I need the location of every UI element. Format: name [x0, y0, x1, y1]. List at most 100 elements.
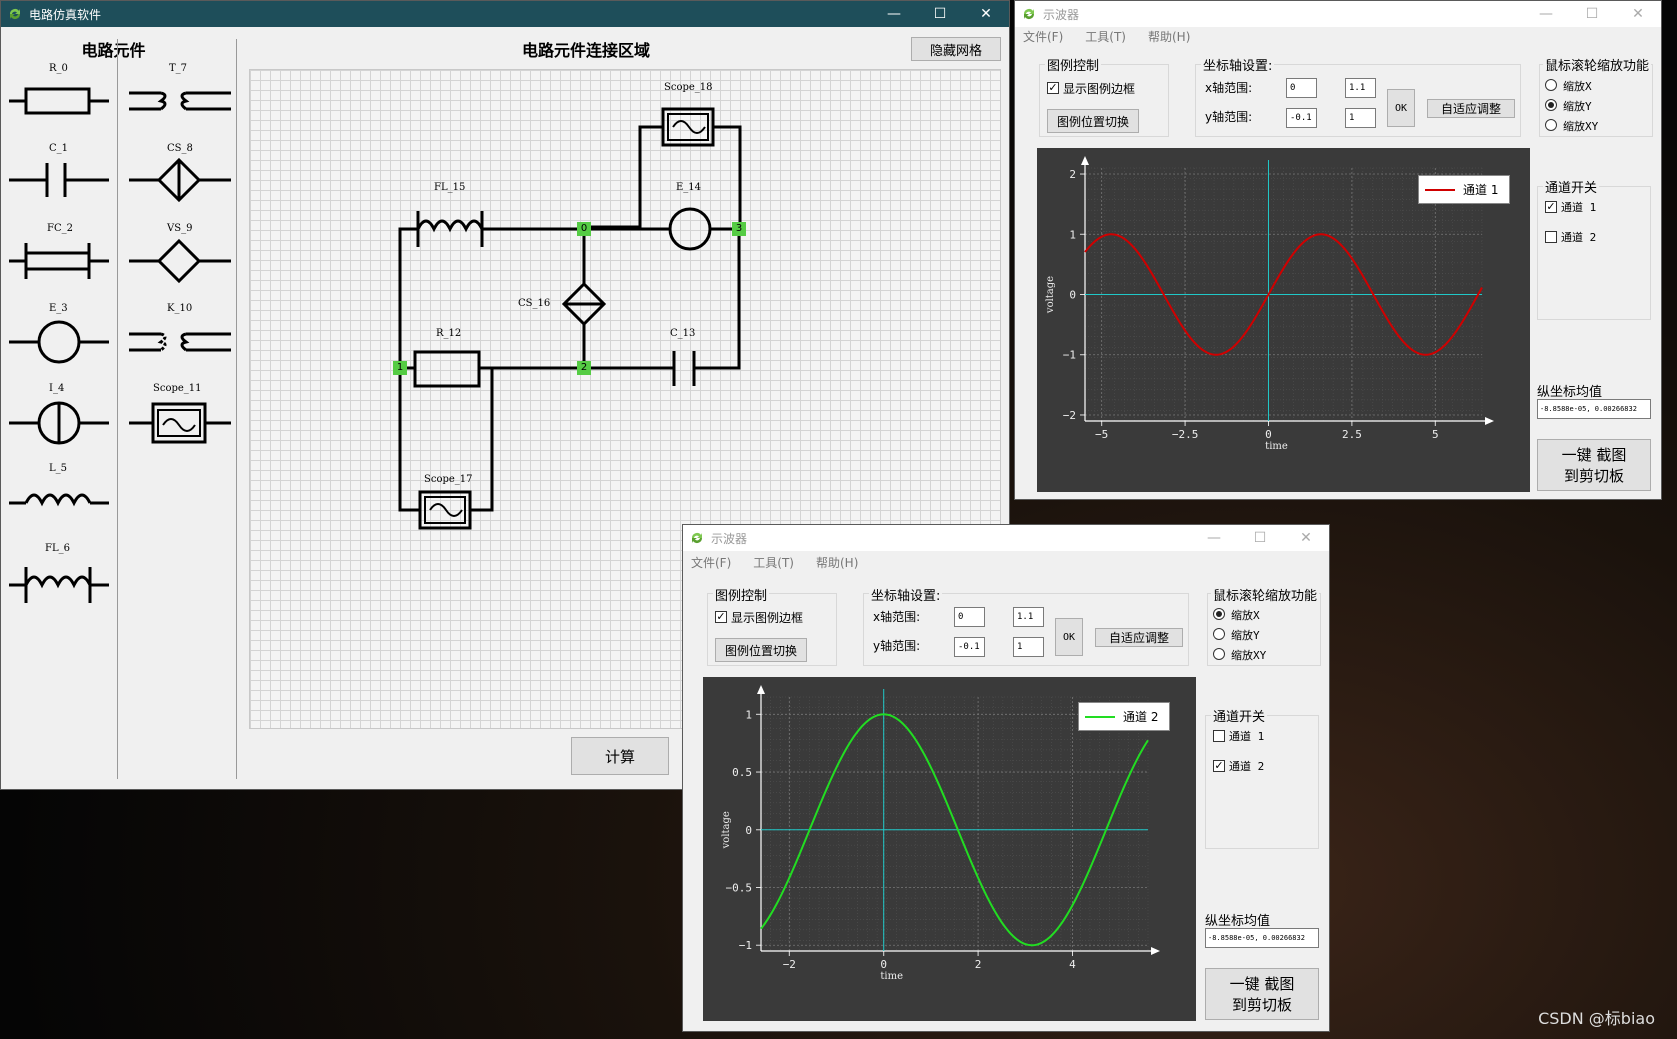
main-titlebar[interactable]: 电路仿真软件 — ☐ ✕: [1, 1, 1009, 27]
palette-current-source[interactable]: [9, 401, 109, 445]
screenshot-button[interactable]: 一键 截图 到剪切板: [1537, 439, 1651, 491]
palette-scope[interactable]: [129, 402, 231, 444]
channel-2-label: 通道 2: [1229, 760, 1265, 773]
calculate-button[interactable]: 计算: [571, 737, 669, 775]
palette-label: E_3: [49, 303, 68, 314]
mean-value-field[interactable]: -8.8588e-05, 0.00266832: [1537, 399, 1651, 419]
auto-adjust-button[interactable]: 自适应调整: [1427, 99, 1515, 118]
close-button[interactable]: ✕: [1283, 525, 1329, 551]
circuit-cs-16[interactable]: [561, 281, 607, 327]
component-palette[interactable]: [1, 63, 236, 663]
y-min-input[interactable]: -0.1: [954, 637, 985, 657]
legend-position-button[interactable]: 图例位置切换: [1047, 109, 1139, 133]
scope1-plot[interactable]: −5 −2.5 0 2.5 5 2 1 0 −1 −2 time voltage 通道 1: [1037, 148, 1530, 492]
app-icon: [692, 533, 702, 543]
x-max-input[interactable]: 1.1: [1013, 607, 1044, 627]
scope2-plot[interactable]: −2 0 2 4 1 0.5 0 −0.5 −1 time voltage 通道 2: [703, 677, 1196, 1021]
palette-transformer[interactable]: [129, 91, 231, 111]
channel-2-checkbox[interactable]: ✓: [1213, 760, 1225, 772]
menu-help[interactable]: 帮助(H): [1148, 28, 1190, 45]
circuit-label: C_13: [670, 328, 696, 339]
maximize-button[interactable]: ☐: [1569, 1, 1615, 27]
y-min-input[interactable]: -0.1: [1286, 108, 1317, 128]
minimize-button[interactable]: —: [871, 1, 917, 27]
axis-ok-button[interactable]: OK: [1387, 89, 1415, 127]
axis-group-title: 坐标轴设置:: [869, 585, 943, 604]
x-range-label: x轴范围:: [873, 610, 921, 624]
y-max-input[interactable]: 1: [1345, 108, 1376, 128]
show-legend-border-checkbox[interactable]: ✓: [1047, 82, 1059, 94]
palette-fuse[interactable]: [9, 243, 109, 279]
channel-2-label: 通道 2: [1561, 231, 1597, 244]
screenshot-button[interactable]: 一键 截图 到剪切板: [1205, 968, 1319, 1020]
legend-group-title: 图例控制: [1045, 55, 1102, 74]
zoom-xy-radio[interactable]: [1213, 648, 1225, 660]
circuit-r-12[interactable]: [413, 350, 481, 388]
palette-resistor[interactable]: [9, 87, 109, 115]
zoom-x-radio[interactable]: [1545, 79, 1557, 91]
scope1-titlebar[interactable]: 示波器 — ☐ ✕: [1015, 1, 1661, 27]
main-window-title: 电路仿真软件: [29, 7, 102, 22]
circuit-c-13[interactable]: [672, 351, 696, 386]
menu-tools[interactable]: 工具(T): [1085, 28, 1126, 45]
circuit-node[interactable]: 1: [393, 361, 407, 375]
component-panel: 电路元件 R_0 T_7 C_1 CS_8 FC_2 VS_9 E_3 K_10…: [1, 27, 237, 789]
circuit-fl-15[interactable]: [416, 211, 484, 247]
y-max-input[interactable]: 1: [1013, 637, 1044, 657]
close-button[interactable]: ✕: [1615, 1, 1661, 27]
circuit-node[interactable]: 3: [732, 222, 746, 236]
channel-1-checkbox[interactable]: [1213, 730, 1225, 742]
palette-iron-core-inductor[interactable]: [9, 567, 109, 603]
maximize-button[interactable]: ☐: [917, 1, 963, 27]
menu-file[interactable]: 文件(F): [691, 554, 731, 571]
axis-ok-button[interactable]: OK: [1055, 618, 1083, 656]
channel-1-checkbox[interactable]: ✓: [1545, 201, 1557, 213]
minimize-button[interactable]: —: [1191, 525, 1237, 551]
legend-position-button[interactable]: 图例位置切换: [715, 638, 807, 662]
palette-inductor[interactable]: [9, 493, 109, 507]
plot-legend[interactable]: 通道 2: [1078, 702, 1170, 731]
circuit-scope-17[interactable]: [418, 490, 472, 530]
palette-switch-transformer[interactable]: [129, 332, 231, 352]
channel-2-checkbox[interactable]: [1545, 231, 1557, 243]
circuit-node[interactable]: 0: [577, 222, 591, 236]
circuit-scope-18[interactable]: [661, 107, 715, 147]
x-max-input[interactable]: 1.1: [1345, 78, 1376, 98]
mean-value-field[interactable]: -8.8588e-05, 0.00266832: [1205, 928, 1319, 948]
show-legend-border-checkbox[interactable]: ✓: [715, 611, 727, 623]
x-min-input[interactable]: 0: [1286, 78, 1317, 98]
scope2-titlebar[interactable]: 示波器 — ☐ ✕: [683, 525, 1329, 551]
panel-title: 电路元件: [81, 41, 146, 60]
menu-file[interactable]: 文件(F): [1023, 28, 1063, 45]
x-tick-label: 0: [1265, 428, 1272, 441]
zoom-y-label: 缩放Y: [1563, 100, 1592, 113]
zoom-x-radio[interactable]: [1213, 608, 1225, 620]
y-tick-label: −1: [739, 939, 752, 952]
palette-label: Scope_11: [153, 383, 202, 394]
palette-controlled-current-source[interactable]: [129, 157, 231, 203]
minimize-button[interactable]: —: [1523, 1, 1569, 27]
x-min-input[interactable]: 0: [954, 607, 985, 627]
circuit-node[interactable]: 2: [577, 361, 591, 375]
palette-capacitor[interactable]: [9, 163, 109, 197]
zoom-y-radio[interactable]: [1545, 99, 1557, 111]
y-tick-label: 0: [1069, 289, 1076, 302]
zoom-xy-radio[interactable]: [1545, 119, 1557, 131]
maximize-button[interactable]: ☐: [1237, 525, 1283, 551]
hide-grid-button[interactable]: 隐藏网格: [911, 37, 1001, 61]
close-button[interactable]: ✕: [963, 1, 1009, 27]
plot-legend[interactable]: 通道 1: [1418, 175, 1510, 204]
x-tick-label: −2.5: [1172, 428, 1199, 441]
palette-voltage-source[interactable]: [9, 320, 109, 364]
circuit-e-14[interactable]: [668, 207, 712, 251]
palette-controlled-voltage-source[interactable]: [129, 238, 231, 284]
auto-adjust-button[interactable]: 自适应调整: [1095, 628, 1183, 647]
menu-help[interactable]: 帮助(H): [816, 554, 858, 571]
menu-tools[interactable]: 工具(T): [753, 554, 794, 571]
zoom-y-radio[interactable]: [1213, 628, 1225, 640]
y-tick-label: −1: [1063, 349, 1076, 362]
screenshot-line-1: 一键 截图: [1561, 446, 1627, 464]
wheel-group-title: 鼠标滚轮缩放功能: [1543, 55, 1652, 74]
zoom-xy-label: 缩放XY: [1231, 649, 1267, 662]
palette-label: C_1: [49, 143, 69, 154]
